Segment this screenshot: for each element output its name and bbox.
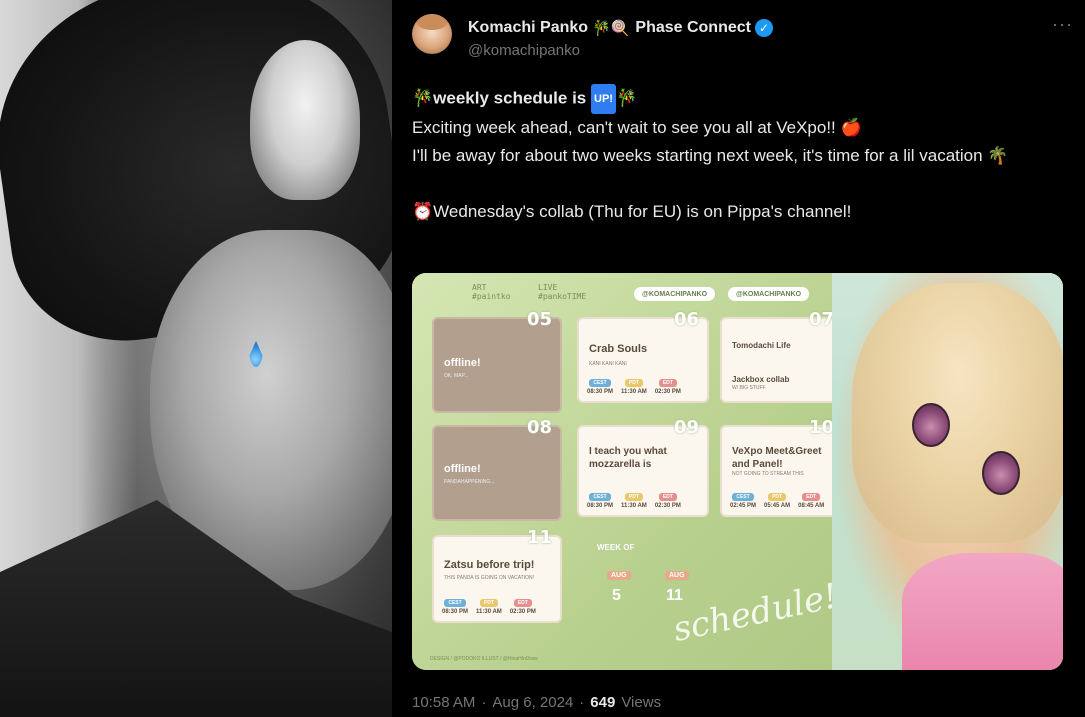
day-number: 06 [673,309,699,330]
day-title: VeXpo Meet&Greet and Panel! [732,446,822,470]
headline-text: weekly schedule is [433,88,587,108]
collab-text: Wednesday's collab (Thu for EU) is on Pi… [433,202,852,221]
day-card-07: 07 Tomodachi Life Jackbox collab W/ BIG … [720,309,844,403]
twitter-handle-pill: @KOMACHIPANKO [634,287,716,301]
display-name[interactable]: Komachi Panko [468,19,588,37]
tweet-line-1: 🎋weekly schedule is UP! 🎋 [412,84,1062,114]
up-badge-icon: UP! [591,84,616,114]
day-title: Zatsu before trip! [444,559,535,571]
day-subtitle: W/ BIG STUFF [732,385,766,391]
day-number: 08 [526,417,552,438]
schedule-credits: DESIGN / @PODOKO ILLUST / @HinaHInDraw [430,656,538,662]
youtube-handle-pill: @KOMACHIPANKO [728,287,810,301]
day-card-06: 06 Crab Souls KANI KANI KANI CEST 08:30 P… [577,309,709,403]
day-title: Crab Souls [589,343,648,355]
organization-name: Phase Connect [635,19,751,36]
author-handle[interactable]: @komachipanko [468,42,580,59]
views-label: Views [621,694,662,711]
day-number: 11 [526,527,552,548]
day-subtitle: THIS PANDA IS GOING ON VACATION! [444,575,535,581]
day-subtitle: OK, MAP... [444,373,469,379]
tweet-body: 🎋weekly schedule is UP! 🎋 Exciting week a… [412,84,1062,226]
day-title: offline! [444,463,481,475]
day-number: 05 [526,309,552,330]
header-live-tag: #pankoTIME [538,292,587,301]
character-eye [912,403,950,447]
day-card-10: 10 VeXpo Meet&Greet and Panel! NOT GOING… [720,417,844,517]
character-eye [982,451,1020,495]
day-title: offline! [444,357,481,369]
header-art-tag: #paintko [472,292,511,301]
week-from-day: 5 [612,587,621,604]
day-card-05: 05 offline! OK, MAP... [432,309,562,413]
header-art: ART [472,283,487,292]
bamboo-emoji: 🎋 [615,88,638,108]
tweet-time[interactable]: 10:58 AM [412,694,475,711]
character-illustration [832,273,1063,670]
day-subtitle: PANDAHAPPENING... [444,479,495,485]
tweet-line-4: ⏰Wednesday's collab (Thu for EU) is on P… [412,198,1062,226]
tweet-date[interactable]: Aug 6, 2024 [492,694,573,711]
tweet-line-3: I'll be away for about two weeks startin… [412,146,1009,165]
schedule-image[interactable]: ART #paintko LIVE #pankoTIME @KOMACHIPAN… [412,273,1063,670]
name-emojis: 🎋🍭 [592,19,630,37]
week-to-day: 11 [666,587,683,604]
tweet: Komachi Panko 🎋🍭 Phase Connect ✓ @komach… [392,0,1085,717]
week-from-month: AUG [607,571,631,580]
day-subtitle: NOT GOING TO STREAM THIS [732,471,804,477]
tweet-line-2: Exciting week ahead, can't wait to see y… [412,118,862,137]
tweet-meta: 10:58 AM · Aug 6, 2024 · 649 Views [412,694,662,711]
reaction-photo [0,0,392,717]
day-subtitle: KANI KANI KANI [589,361,627,367]
header-live: LIVE [538,283,558,292]
cap-emblem [250,40,360,200]
day-number: 09 [673,417,699,438]
day-card-09: 09 I teach you what mozzarella is CEST 08… [577,417,709,517]
day-card-11: 11 Zatsu before trip! THIS PANDA IS GOIN… [432,527,562,623]
views-count[interactable]: 649 [590,694,615,711]
week-of-label: WEEK OF [597,543,635,552]
day-title: Tomodachi Life [732,341,791,350]
day-title: I teach you what mozzarella is [589,446,667,470]
week-to-month: AUG [665,571,689,580]
bamboo-emoji: 🎋 [412,88,434,108]
verified-badge-icon: ✓ [754,19,773,37]
alarm-clock-emoji: ⏰ [412,202,434,221]
avatar[interactable] [412,14,452,54]
more-options-icon[interactable]: ··· [1052,14,1073,35]
day-number: 10 [808,417,834,438]
day-card-08: 08 offline! PANDAHAPPENING... [432,417,562,521]
author-row: Komachi Panko 🎋🍭 Phase Connect ✓ [468,17,773,39]
day-number: 07 [808,309,834,330]
